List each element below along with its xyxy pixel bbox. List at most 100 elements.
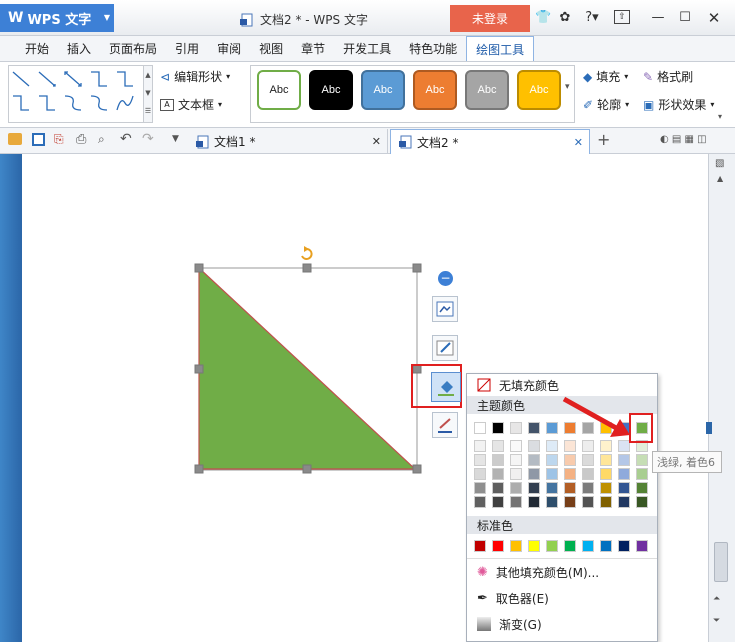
- standard-color-swatch[interactable]: [618, 540, 630, 552]
- standard-color-swatch[interactable]: [510, 540, 522, 552]
- tab-references[interactable]: 引用: [166, 36, 208, 61]
- theme-shade-swatch[interactable]: [582, 454, 594, 466]
- theme-shade-swatch[interactable]: [474, 482, 486, 494]
- rotate-handle-icon[interactable]: [301, 246, 313, 260]
- shape-style-1[interactable]: Abc: [257, 70, 301, 110]
- export-pdf-icon[interactable]: ⎘: [54, 132, 64, 147]
- shape-style-6[interactable]: Abc: [517, 70, 561, 110]
- style-gallery-more[interactable]: ▾: [565, 82, 570, 92]
- resize-handle[interactable]: [194, 364, 204, 374]
- tab-drawing-tools[interactable]: 绘图工具: [466, 36, 535, 61]
- theme-shade-swatch[interactable]: [582, 468, 594, 480]
- theme-shade-swatch[interactable]: [510, 440, 522, 452]
- scroll-up-icon[interactable]: ▲: [717, 174, 723, 183]
- theme-shade-swatch[interactable]: [510, 496, 522, 508]
- standard-color-swatch[interactable]: [492, 540, 504, 552]
- outline-button[interactable]: ✐ 轮廓 ▾: [583, 96, 629, 113]
- chat-icon[interactable]: ✿: [557, 10, 573, 26]
- theme-shade-swatch[interactable]: [510, 468, 522, 480]
- shape-style-2[interactable]: Abc: [309, 70, 353, 110]
- close-icon[interactable]: ✕: [706, 10, 722, 26]
- theme-shade-swatch[interactable]: [528, 454, 540, 466]
- doc-toolbar-icons[interactable]: ◐ ▤ ▦ ◫: [660, 134, 707, 145]
- theme-shade-swatch[interactable]: [564, 468, 576, 480]
- qat-customize-icon[interactable]: ▼: [172, 134, 179, 144]
- doc-tab-1[interactable]: 文档1 * ✕: [188, 129, 388, 154]
- theme-shade-swatch[interactable]: [510, 454, 522, 466]
- open-folder-icon[interactable]: [8, 133, 22, 145]
- vertical-scrollbar[interactable]: ▧ ▲ ⏶ ⏷: [706, 154, 735, 642]
- more-fill-colors-option[interactable]: ✺ 其他填充颜色(M)...: [467, 559, 657, 585]
- fill-button[interactable]: ◆ 填充 ▾: [583, 68, 628, 85]
- maximize-icon[interactable]: ☐: [677, 10, 693, 26]
- app-menu-button[interactable]: W WPS 文字 ▼: [0, 4, 114, 32]
- theme-shade-swatch[interactable]: [474, 468, 486, 480]
- help-icon[interactable]: ?▾: [581, 10, 603, 26]
- theme-color-swatch[interactable]: [492, 422, 504, 434]
- resize-handle[interactable]: [302, 464, 312, 474]
- theme-shade-swatch[interactable]: [546, 496, 558, 508]
- new-tab-icon[interactable]: +: [597, 130, 610, 149]
- scroll-thumb[interactable]: [714, 542, 728, 582]
- format-painter-button[interactable]: ✎ 格式刷: [643, 68, 693, 85]
- theme-shade-swatch[interactable]: [546, 468, 558, 480]
- save-icon[interactable]: [32, 133, 45, 146]
- theme-shade-swatch[interactable]: [636, 454, 648, 466]
- collapse-icon[interactable]: −: [438, 271, 453, 286]
- theme-shade-swatch[interactable]: [510, 482, 522, 494]
- tab-developer[interactable]: 开发工具: [334, 36, 400, 61]
- shape-style-3[interactable]: Abc: [361, 70, 405, 110]
- gallery-scroll[interactable]: ▲ ▼ ☰: [143, 65, 153, 123]
- theme-shade-swatch[interactable]: [474, 440, 486, 452]
- doc-tab-2[interactable]: 文档2 * ✕: [390, 129, 590, 154]
- theme-color-swatch[interactable]: [528, 422, 540, 434]
- textbox-button[interactable]: A 文本框 ▾: [160, 96, 222, 113]
- theme-shade-swatch[interactable]: [600, 496, 612, 508]
- edit-shape-float-button[interactable]: [432, 335, 458, 361]
- tab-view[interactable]: 视图: [250, 36, 292, 61]
- gradient-option[interactable]: 渐变(G): [467, 611, 657, 637]
- theme-shade-swatch[interactable]: [618, 454, 630, 466]
- theme-shade-swatch[interactable]: [528, 496, 540, 508]
- theme-shade-swatch[interactable]: [564, 496, 576, 508]
- theme-shade-swatch[interactable]: [564, 454, 576, 466]
- standard-color-swatch[interactable]: [600, 540, 612, 552]
- theme-shade-swatch[interactable]: [636, 482, 648, 494]
- theme-shade-swatch[interactable]: [582, 482, 594, 494]
- undo-icon[interactable]: ↶: [120, 131, 132, 147]
- standard-color-swatch[interactable]: [564, 540, 576, 552]
- theme-shade-swatch[interactable]: [618, 468, 630, 480]
- side-panel-toggle[interactable]: [706, 422, 712, 434]
- theme-shade-swatch[interactable]: [492, 482, 504, 494]
- triangle-shape[interactable]: [190, 240, 430, 480]
- fill-float-button[interactable]: [431, 372, 461, 402]
- theme-shade-swatch[interactable]: [636, 468, 648, 480]
- theme-shade-swatch[interactable]: [492, 440, 504, 452]
- shape-effect-button[interactable]: ▣ 形状效果 ▾: [643, 96, 714, 113]
- theme-shade-swatch[interactable]: [528, 440, 540, 452]
- theme-shade-swatch[interactable]: [636, 496, 648, 508]
- resize-handle[interactable]: [302, 263, 312, 273]
- print-preview-icon[interactable]: ⌕: [98, 132, 105, 147]
- theme-shade-swatch[interactable]: [618, 482, 630, 494]
- edit-shape-button[interactable]: ⊲ 编辑形状 ▾: [160, 68, 230, 85]
- theme-shade-swatch[interactable]: [600, 482, 612, 494]
- theme-shade-swatch[interactable]: [618, 496, 630, 508]
- shape-gallery[interactable]: [8, 65, 148, 123]
- theme-color-swatch[interactable]: [510, 422, 522, 434]
- skin-shirt-icon[interactable]: 👕: [535, 10, 551, 26]
- theme-shade-swatch[interactable]: [546, 482, 558, 494]
- close-tab-icon[interactable]: ✕: [574, 136, 583, 149]
- shape-style-5[interactable]: Abc: [465, 70, 509, 110]
- standard-color-swatch[interactable]: [546, 540, 558, 552]
- theme-shade-swatch[interactable]: [546, 454, 558, 466]
- prev-page-icon[interactable]: ⏶: [713, 594, 720, 604]
- theme-shade-swatch[interactable]: [474, 496, 486, 508]
- next-page-icon[interactable]: ⏷: [713, 616, 720, 626]
- ribbon-expand-icon[interactable]: ▾: [718, 112, 722, 121]
- tab-home[interactable]: 开始: [16, 36, 58, 61]
- theme-shade-swatch[interactable]: [582, 496, 594, 508]
- no-fill-option[interactable]: 无填充颜色: [467, 374, 657, 396]
- theme-shade-swatch[interactable]: [474, 454, 486, 466]
- shape-style-4[interactable]: Abc: [413, 70, 457, 110]
